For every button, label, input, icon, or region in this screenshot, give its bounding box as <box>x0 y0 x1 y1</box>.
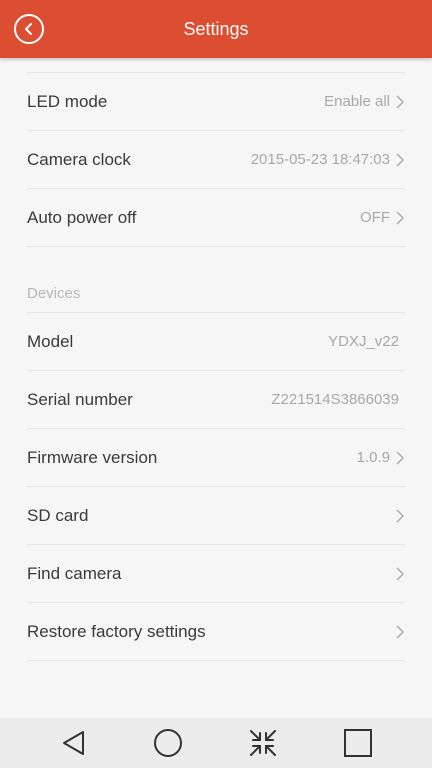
nav-home-button[interactable] <box>138 718 198 768</box>
restore-factory-settings-row[interactable]: Restore factory settings <box>27 603 405 661</box>
led-mode-row[interactable]: LED mode Enable all <box>27 73 405 131</box>
auto-power-off-row[interactable]: Auto power off OFF <box>27 189 405 247</box>
row-value: 1.0.9 <box>356 449 390 466</box>
row-label: Firmware version <box>27 448 158 467</box>
row-label: SD card <box>27 506 89 525</box>
chevron-right-icon <box>396 95 404 109</box>
devices-section-header: Devices <box>27 247 405 313</box>
find-camera-row[interactable]: Find camera <box>27 545 405 603</box>
list-top-divider <box>27 58 405 73</box>
back-triangle-icon <box>63 731 84 755</box>
nav-recents-button[interactable] <box>328 718 388 768</box>
serial-number-row: Serial number Z221514S3866039 <box>27 371 405 429</box>
row-label: Camera clock <box>27 150 131 169</box>
row-label: LED mode <box>27 92 108 111</box>
row-label: Serial number <box>27 390 133 409</box>
row-label: Model <box>27 332 74 351</box>
nav-back-button[interactable] <box>44 718 104 768</box>
sd-card-row[interactable]: SD card <box>27 487 405 545</box>
system-navigation-bar <box>0 718 432 768</box>
recents-square-icon <box>344 729 372 757</box>
chevron-right-icon <box>396 153 404 167</box>
row-value: Enable all <box>324 93 390 110</box>
collapse-arrows-icon <box>250 730 276 756</box>
nav-collapse-button[interactable] <box>233 718 293 768</box>
chevron-right-icon <box>396 625 404 639</box>
settings-content: LED mode Enable all Camera clock 2015-05… <box>0 58 432 718</box>
row-label: Find camera <box>27 564 122 583</box>
chevron-right-icon <box>396 211 404 225</box>
chevron-right-icon <box>396 451 404 465</box>
app-header: Settings <box>0 0 432 58</box>
page-title: Settings <box>183 19 249 39</box>
settings-list: LED mode Enable all Camera clock 2015-05… <box>27 58 405 661</box>
home-circle-icon <box>154 729 182 757</box>
row-value: OFF <box>360 209 390 226</box>
row-label: Restore factory settings <box>27 622 206 641</box>
row-value: YDXJ_v22 <box>328 333 399 350</box>
row-label: Auto power off <box>27 208 137 227</box>
chevron-right-icon <box>396 567 404 581</box>
firmware-version-row[interactable]: Firmware version 1.0.9 <box>27 429 405 487</box>
settings-screen: Settings LED mode Enable all Camera cloc… <box>0 0 432 768</box>
camera-clock-row[interactable]: Camera clock 2015-05-23 18:47:03 <box>27 131 405 189</box>
chevron-right-icon <box>396 509 404 523</box>
row-value: Z221514S3866039 <box>271 391 399 408</box>
model-row: Model YDXJ_v22 <box>27 313 405 371</box>
section-title: Devices <box>27 285 81 302</box>
row-value: 2015-05-23 18:47:03 <box>250 151 390 168</box>
